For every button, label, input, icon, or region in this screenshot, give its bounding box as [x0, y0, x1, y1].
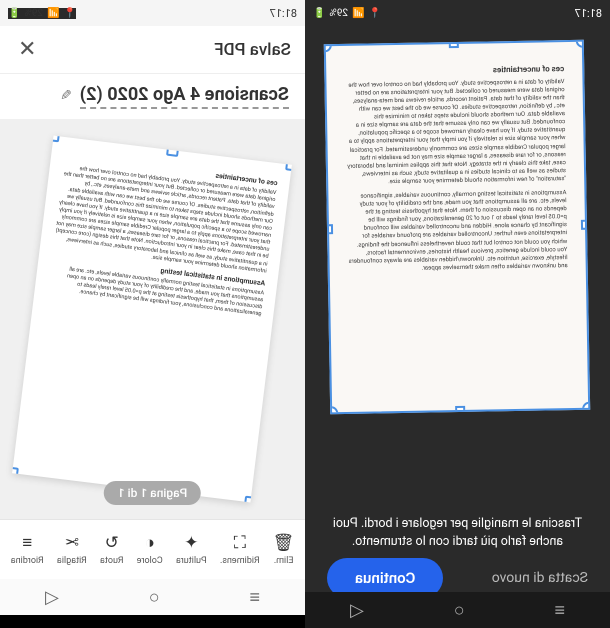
tool-delete[interactable]: 🗑Elim.: [273, 533, 295, 566]
signal-icon: 📶: [352, 8, 364, 19]
status-time: 81:17: [270, 7, 297, 20]
filename-bar: Scansione 4 Ago 2020 (2) ✎: [0, 74, 305, 119]
crop-corner-handle[interactable]: [324, 40, 332, 53]
crop-edge-handle[interactable]: [324, 224, 333, 234]
crop-edge-handle[interactable]: [456, 406, 466, 414]
tool-rotate[interactable]: ↻Ruota: [100, 533, 123, 566]
document-content: ces of uncertainties Validity of data in…: [47, 153, 279, 319]
crop-icon: ✂: [65, 533, 79, 553]
pencil-icon[interactable]: ✎: [60, 88, 72, 104]
close-icon[interactable]: ✕: [14, 33, 40, 66]
crop-handle[interactable]: [286, 158, 293, 171]
document-content: ces of uncertainties Validity of data in…: [345, 64, 569, 274]
status-bar: 81:17 📍 📶 29% 🔋: [305, 0, 610, 26]
hint-text: Trascina le maniglie per regolare i bord…: [305, 515, 610, 550]
crop-edge-handle[interactable]: [449, 40, 459, 48]
nav-home-icon[interactable]: ○: [454, 600, 465, 621]
location-icon: 📍: [63, 8, 75, 19]
color-icon: ◐: [145, 533, 155, 553]
nav-bar: ≡ ○ ◁: [305, 592, 610, 628]
filename-input[interactable]: Scansione 4 Ago 2020 (2): [80, 84, 289, 109]
document-preview-area: ces of uncertainties Validity of data in…: [0, 119, 305, 519]
trash-icon: 🗑: [273, 533, 295, 553]
nav-bar: ≡ ○ ◁: [0, 579, 305, 615]
cleanup-icon: ✦: [184, 533, 198, 553]
header: Salva PDF ✕: [0, 26, 305, 74]
page-title: Salva PDF: [214, 40, 291, 60]
rotate-icon: ↻: [105, 533, 119, 553]
pdf-editor-screen: 81:17 📍 📶 29% 🔋 Salva PDF ✕ Scansione 4 …: [0, 0, 305, 628]
status-time: 81:17: [575, 7, 602, 20]
battery-text: 29%: [329, 8, 348, 19]
battery-text: 29%: [24, 8, 43, 19]
nav-recent-icon[interactable]: ≡: [555, 600, 566, 621]
nav-home-icon[interactable]: ○: [149, 587, 160, 608]
crop-handle[interactable]: [47, 136, 60, 143]
battery-icon: 🔋: [313, 8, 325, 19]
reorder-icon: ≡: [22, 533, 32, 553]
retake-button[interactable]: Scatta di nuovo: [492, 570, 588, 586]
scan-document[interactable]: ces of uncertainties Validity of data in…: [324, 40, 590, 414]
toolbar: 🗑Elim. ⛶Ridimens. ✦Pulitura ◐Colore ↻Ruo…: [0, 519, 305, 579]
crop-corner-handle[interactable]: [583, 402, 591, 415]
battery-icon: 🔋: [8, 8, 20, 19]
nav-back-icon[interactable]: ◁: [350, 600, 364, 621]
resize-icon: ⛶: [234, 533, 246, 553]
crop-handle[interactable]: [244, 496, 257, 503]
location-icon: 📍: [368, 8, 380, 19]
crop-handle[interactable]: [13, 466, 20, 479]
crop-corner-handle[interactable]: [576, 40, 590, 48]
tool-reorder[interactable]: ≡Riordina: [11, 533, 44, 566]
tool-cleanup[interactable]: ✦Pulitura: [176, 533, 207, 566]
nav-back-icon[interactable]: ◁: [45, 587, 59, 608]
signal-icon: 📶: [47, 8, 59, 19]
tool-color[interactable]: ◐Colore: [137, 533, 163, 566]
nav-recent-icon[interactable]: ≡: [250, 587, 261, 608]
crop-edge-handle[interactable]: [581, 220, 590, 230]
document-page[interactable]: ces of uncertainties Validity of data in…: [13, 136, 293, 503]
status-bar: 81:17 📍 📶 29% 🔋: [0, 0, 305, 26]
page-indicator: Pagina 1 di 1: [104, 481, 201, 505]
crop-handle[interactable]: [167, 144, 180, 157]
tool-crop[interactable]: ✂Ritaglia: [57, 533, 87, 566]
crop-corner-handle[interactable]: [325, 406, 339, 414]
scan-adjust-screen: 81:17 📍 📶 29% 🔋 ces of uncertainties Val…: [305, 0, 610, 628]
scan-preview-area: ces of uncertainties Validity of data in…: [305, 26, 610, 506]
tool-resize[interactable]: ⛶Ridimens.: [220, 533, 260, 566]
